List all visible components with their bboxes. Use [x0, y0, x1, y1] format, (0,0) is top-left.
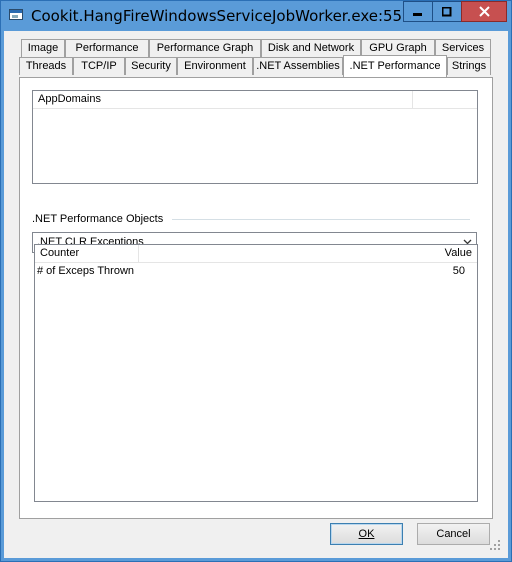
- tab-threads[interactable]: Threads: [19, 57, 73, 75]
- tab-strings[interactable]: Strings: [447, 57, 491, 75]
- properties-window: Cookit.HangFireWindowsServiceJobWorker.e…: [0, 0, 512, 562]
- app-window-icon: [9, 9, 23, 20]
- ok-button-label: OK: [358, 528, 375, 540]
- counters-list[interactable]: Counter Value # of Exceps Thrown 50: [34, 244, 478, 502]
- tab-environment[interactable]: Environment: [177, 57, 253, 75]
- counter-value: 50: [452, 265, 465, 277]
- dialog-client-area: Image Performance Performance Graph Disk…: [9, 31, 503, 553]
- table-row[interactable]: # of Exceps Thrown 50: [35, 263, 477, 279]
- tab-security[interactable]: Security: [125, 57, 177, 75]
- cancel-button[interactable]: Cancel: [417, 523, 490, 545]
- group-divider: [172, 219, 470, 220]
- perf-objects-label: .NET Performance Objects: [32, 213, 164, 225]
- ok-button[interactable]: OK: [330, 523, 403, 545]
- window-title: Cookit.HangFireWindowsServiceJobWorker.e…: [31, 7, 401, 25]
- appdomains-column-header[interactable]: AppDomains: [33, 91, 413, 108]
- maximize-button[interactable]: [432, 1, 462, 22]
- net-performance-panel: AppDomains .NET Performance Objects .NET…: [19, 77, 493, 519]
- tab-image[interactable]: Image: [21, 39, 65, 57]
- minimize-icon: [413, 12, 422, 16]
- counter-column-header[interactable]: Counter: [35, 245, 139, 262]
- value-column-header[interactable]: Value: [139, 245, 477, 262]
- maximize-icon: [442, 6, 452, 16]
- resize-grip-icon[interactable]: [489, 539, 501, 551]
- minimize-button[interactable]: [403, 1, 433, 22]
- tab-tcp-ip[interactable]: TCP/IP: [73, 57, 125, 75]
- counter-name: # of Exceps Thrown: [37, 265, 135, 277]
- tab-net-assemblies[interactable]: .NET Assemblies: [253, 57, 343, 75]
- close-button[interactable]: [461, 1, 507, 22]
- tab-performance[interactable]: Performance: [65, 39, 149, 57]
- counters-header: Counter Value: [35, 245, 477, 263]
- appdomains-list[interactable]: AppDomains: [32, 90, 478, 184]
- close-icon: [478, 6, 490, 17]
- appdomains-header: AppDomains: [33, 91, 477, 109]
- title-bar[interactable]: Cookit.HangFireWindowsServiceJobWorker.e…: [1, 1, 511, 31]
- appdomains-column-filler: [413, 91, 477, 108]
- tab-net-performance[interactable]: .NET Performance: [343, 55, 447, 77]
- cancel-button-label: Cancel: [436, 528, 471, 540]
- tab-performance-graph[interactable]: Performance Graph: [149, 39, 261, 57]
